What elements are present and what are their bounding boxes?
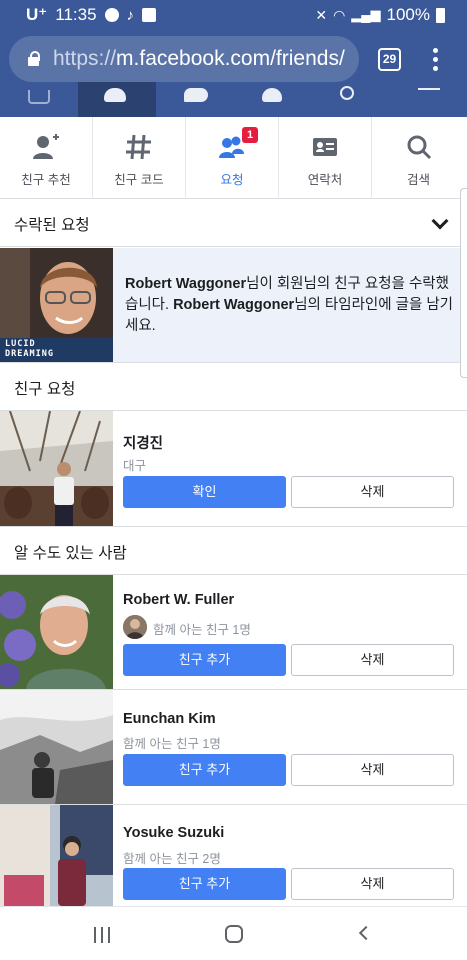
delete-button[interactable]: 삭제 [291,868,454,900]
tab-contacts[interactable]: 연락처 [279,117,372,199]
home-nav-icon[interactable] [28,90,50,104]
tab-label: 친구 추천 [21,173,71,187]
tab-requests[interactable]: 1 요청 [186,117,279,199]
accepted-request-item[interactable]: LUCID DREAMING Robert Waggoner님이 회원님의 친구… [0,248,467,363]
tab-suggestions[interactable]: 친구 추천 [0,117,93,199]
carrier-label: U⁺ [26,5,48,24]
tab-label: 검색 [406,173,430,187]
delete-button[interactable]: 삭제 [291,476,454,508]
search-icon [407,135,431,160]
pymk-card: Robert W. Fuller 함께 아는 친구 1명 친구 추가 삭제 [0,575,467,690]
pymk-card: Yosuke Suzuki 함께 아는 친구 2명 친구 추가 삭제 [0,805,467,906]
robert-fuller-photo [0,575,113,689]
confirm-button[interactable]: 확인 [123,476,286,508]
requester-location: 대구 [123,459,147,473]
wifi-icon: ◠ [333,6,346,23]
notification-icon [104,8,119,22]
jikyungjin-photo [0,411,113,526]
person-name[interactable]: Yosuke Suzuki [123,825,224,841]
status-bar: U⁺ 11:35 ♪ ✕ ◠ ▂▄▆ 100% [0,0,467,30]
profile-photo[interactable] [0,411,113,526]
home-icon[interactable] [225,925,243,943]
messenger-nav-icon[interactable] [184,88,208,102]
battery-percent: 100% [386,5,430,24]
gallery-icon [142,8,157,22]
facebook-top-nav [0,82,467,117]
friend-requests-header: 친구 요청 [0,363,467,411]
browser-menu-icon[interactable] [430,48,440,72]
yosuke-suzuki-photo [0,805,113,906]
tab-label: 연락처 [307,173,343,187]
url-protocol: https:// [53,47,117,70]
accepted-message: Robert Waggoner님이 회원님의 친구 요청을 수락했 습니다. R… [125,276,454,334]
profile-photo[interactable] [0,690,113,804]
pymk-card: Eunchan Kim 함께 아는 친구 1명 친구 추가 삭제 [0,690,467,805]
person-name[interactable]: Robert W. Fuller [123,592,234,608]
accepted-name-2[interactable]: Robert Waggoner [173,297,294,313]
person-name[interactable]: Eunchan Kim [123,711,216,727]
add-friend-button[interactable]: 친구 추가 [123,868,286,900]
scrollbar[interactable] [460,188,467,378]
signal-icon: ▂▄▆ [351,7,381,22]
person-plus-icon [33,134,59,159]
hash-icon [126,134,151,160]
system-nav-bar [0,906,467,960]
tab-switcher-button[interactable]: 29 [378,48,401,71]
delete-button[interactable]: 삭제 [291,644,454,676]
section-title: 알 수도 있는 사람 [14,545,127,562]
request-count-badge: 1 [242,127,258,143]
add-friend-button[interactable]: 친구 추가 [123,644,286,676]
friends-nav-icon [104,88,126,102]
profile-photo[interactable] [0,575,113,689]
friend-request-card: 지경진 대구 확인 삭제 [0,411,467,527]
mute-icon: ✕ [315,6,328,23]
friends-subnav: 친구 추천 친구 코드 1 요청 연락처 검색 [0,117,467,199]
delete-button[interactable]: 삭제 [291,754,454,786]
contact-card-icon [313,138,337,156]
mutual-friends-count: 함께 아는 친구 1명 [123,737,221,751]
tab-label: 친구 코드 [114,173,164,187]
pymk-header: 알 수도 있는 사람 [0,527,467,575]
add-friend-button[interactable]: 친구 추가 [123,754,286,786]
lock-icon [27,51,40,66]
eunchan-kim-photo [0,690,113,804]
tiktok-icon: ♪ [126,6,135,24]
friends-nav-tab[interactable] [78,82,156,117]
photo-caption: LUCID DREAMING [0,338,113,362]
mutual-friends-count: 함께 아는 친구 1명 [153,623,251,637]
mutual-friend-avatar[interactable] [123,615,147,639]
profile-photo[interactable] [0,805,113,906]
menu-nav-icon[interactable] [418,88,440,90]
tab-label: 요청 [220,173,244,187]
browser-chrome: U⁺ 11:35 ♪ ✕ ◠ ▂▄▆ 100% https://m.facebo… [0,0,467,92]
mutual-friends-count: 함께 아는 친구 2명 [123,852,221,866]
tab-friend-code[interactable]: 친구 코드 [93,117,186,199]
requester-name[interactable]: 지경진 [123,432,163,453]
clock: 11:35 [55,5,97,24]
battery-icon [436,7,445,23]
section-title: 친구 요청 [14,381,76,398]
accepted-name[interactable]: Robert Waggoner [125,276,246,292]
tab-search[interactable]: 검색 [372,117,465,199]
profile-photo[interactable]: LUCID DREAMING [0,248,113,362]
url-text: m.facebook.com/friends/ [116,47,345,70]
back-icon[interactable] [358,925,374,941]
chevron-down-icon[interactable] [431,212,449,230]
section-title: 수락된 요청 [14,217,90,234]
search-nav-icon[interactable] [340,86,354,100]
recents-icon[interactable] [94,927,112,943]
accepted-requests-header[interactable]: 수락된 요청 [0,199,467,247]
notifications-nav-icon[interactable] [262,88,282,102]
url-bar[interactable]: https://m.facebook.com/friends/ [9,36,359,82]
